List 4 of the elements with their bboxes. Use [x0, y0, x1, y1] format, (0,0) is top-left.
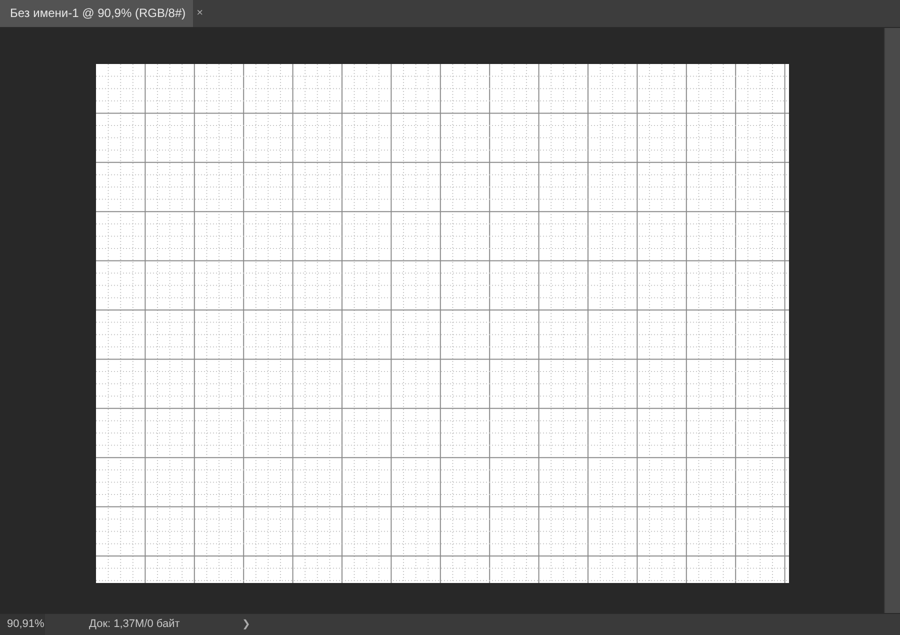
close-button[interactable]: ×	[196, 4, 204, 22]
document-size-info: Док: 1,37M/0 байт	[89, 617, 180, 632]
scrollbar[interactable]	[884, 28, 900, 613]
zoom-field[interactable]: 90,91%	[0, 614, 45, 635]
